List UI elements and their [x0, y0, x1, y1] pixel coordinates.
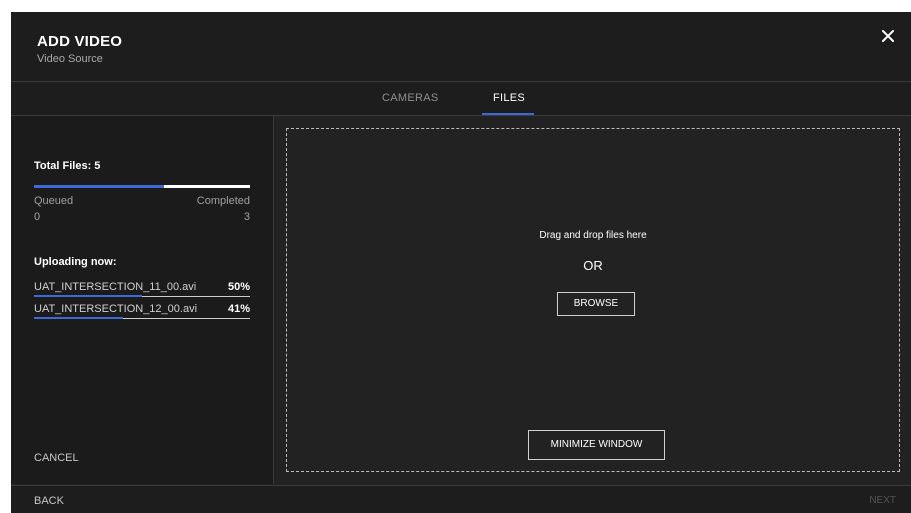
close-icon[interactable] [879, 27, 897, 45]
total-files-label: Total Files: 5 [34, 160, 101, 172]
minimize-window-button[interactable]: MINIMIZE WINDOW [528, 430, 665, 460]
file-progress-fill [34, 317, 123, 319]
active-tab-indicator [482, 113, 534, 115]
add-video-dialog: ADD VIDEO Video Source CAMERAS FILES Tot… [11, 12, 911, 513]
dialog-header: ADD VIDEO Video Source [11, 12, 911, 82]
browse-button[interactable]: BROWSE [557, 292, 635, 316]
completed-count: 3 [243, 211, 250, 223]
queued-count: 0 [34, 211, 41, 223]
source-tabs: CAMERAS FILES [11, 82, 911, 116]
upload-file-row: UAT_INTERSECTION_11_00.avi 50% [34, 279, 250, 299]
tab-cameras[interactable]: CAMERAS [382, 92, 439, 104]
file-name: UAT_INTERSECTION_12_00.avi [34, 303, 198, 315]
file-percent: 50% [227, 281, 250, 293]
completed-label: Completed [196, 195, 250, 207]
upload-file-row: UAT_INTERSECTION_12_00.avi 41% [34, 301, 250, 321]
file-progress-fill [34, 295, 142, 297]
next-button: NEXT [869, 495, 896, 506]
file-name: UAT_INTERSECTION_11_00.avi [34, 281, 197, 293]
cancel-button[interactable]: CANCEL [34, 452, 79, 464]
file-percent: 41% [227, 303, 250, 315]
back-button[interactable]: BACK [34, 495, 64, 507]
uploading-now-label: Uploading now: [34, 256, 117, 268]
dialog-subtitle: Video Source [37, 53, 103, 65]
tab-files[interactable]: FILES [493, 92, 525, 104]
total-progress-fill [34, 185, 164, 188]
file-dropzone[interactable]: Drag and drop files here OR BROWSE MINIM… [286, 128, 900, 472]
or-text: OR [583, 258, 603, 273]
upload-status-panel: Total Files: 5 Queued Completed 0 3 Uplo… [11, 116, 274, 484]
dialog-footer: BACK NEXT [11, 485, 911, 513]
queued-label: Queued [34, 195, 74, 207]
dialog-title: ADD VIDEO [37, 33, 123, 50]
total-progress-bar [34, 185, 250, 188]
drag-drop-text: Drag and drop files here [539, 230, 647, 241]
